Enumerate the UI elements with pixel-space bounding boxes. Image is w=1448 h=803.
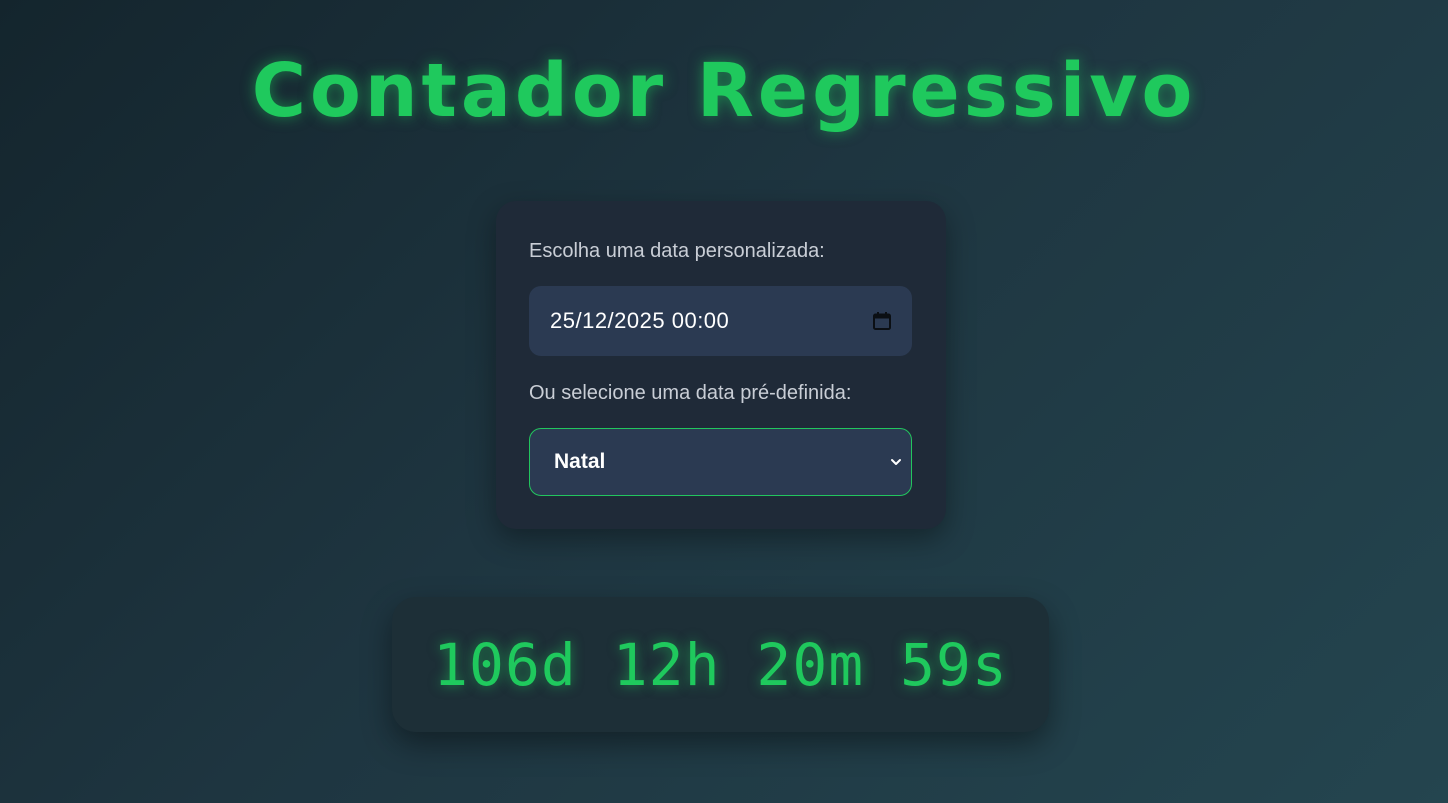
custom-date-label: Escolha uma data personalizada:	[529, 240, 825, 262]
countdown-value: 106d 12h 20m 59s	[433, 630, 1008, 699]
countdown-display: 106d 12h 20m 59s	[392, 597, 1049, 732]
preset-date-select[interactable]: Natal	[529, 428, 912, 496]
chevron-down-icon-graphic	[891, 459, 901, 465]
custom-date-input[interactable]: 25/12/2025 00:00	[529, 286, 912, 356]
calendar-icon[interactable]	[872, 311, 892, 331]
preset-date-selected-value: Natal	[554, 450, 606, 473]
preset-date-label: Ou selecione uma data pré-definida:	[529, 382, 852, 404]
custom-date-value: 25/12/2025 00:00	[550, 308, 730, 333]
chevron-down-icon	[889, 455, 903, 469]
page-title: Contador Regressivo	[251, 48, 1197, 134]
calendar-icon-graphic	[873, 312, 891, 330]
date-selection-card: Escolha uma data personalizada: 25/12/20…	[496, 201, 946, 529]
